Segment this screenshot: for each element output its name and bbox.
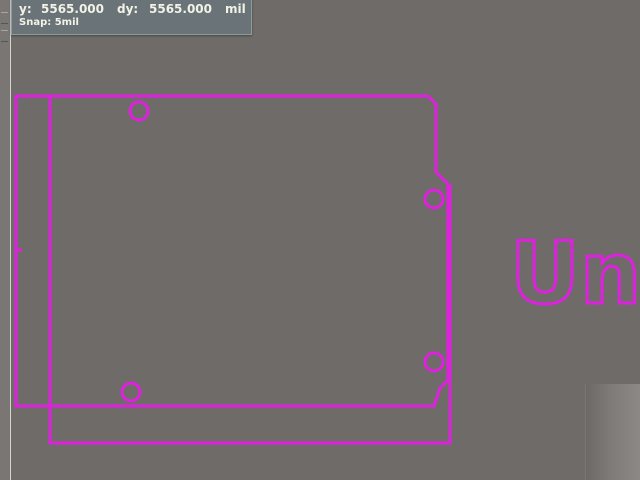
mounting-hole xyxy=(128,100,150,122)
board-outline xyxy=(14,94,450,408)
unit-label: mil xyxy=(225,2,246,16)
board-silkscreen-text: Un xyxy=(510,224,640,324)
snap-readout: Snap: 5mil xyxy=(19,17,79,28)
mounting-hole xyxy=(120,381,142,403)
pcb-canvas[interactable]: Un xyxy=(0,0,640,480)
board-outline-offset xyxy=(48,184,452,445)
dy-label: dy: xyxy=(117,2,139,16)
scrollbar-corner[interactable] xyxy=(585,384,640,480)
y-label: y: xyxy=(19,2,32,16)
mounting-hole xyxy=(423,351,445,373)
y-value: 5565.000 xyxy=(41,2,105,16)
coordinate-readout-panel: y: 5565.000 dy: 5565.000 mil Snap: 5mil xyxy=(11,0,252,35)
dy-value: 5565.000 xyxy=(149,2,213,16)
mounting-hole xyxy=(423,188,445,210)
